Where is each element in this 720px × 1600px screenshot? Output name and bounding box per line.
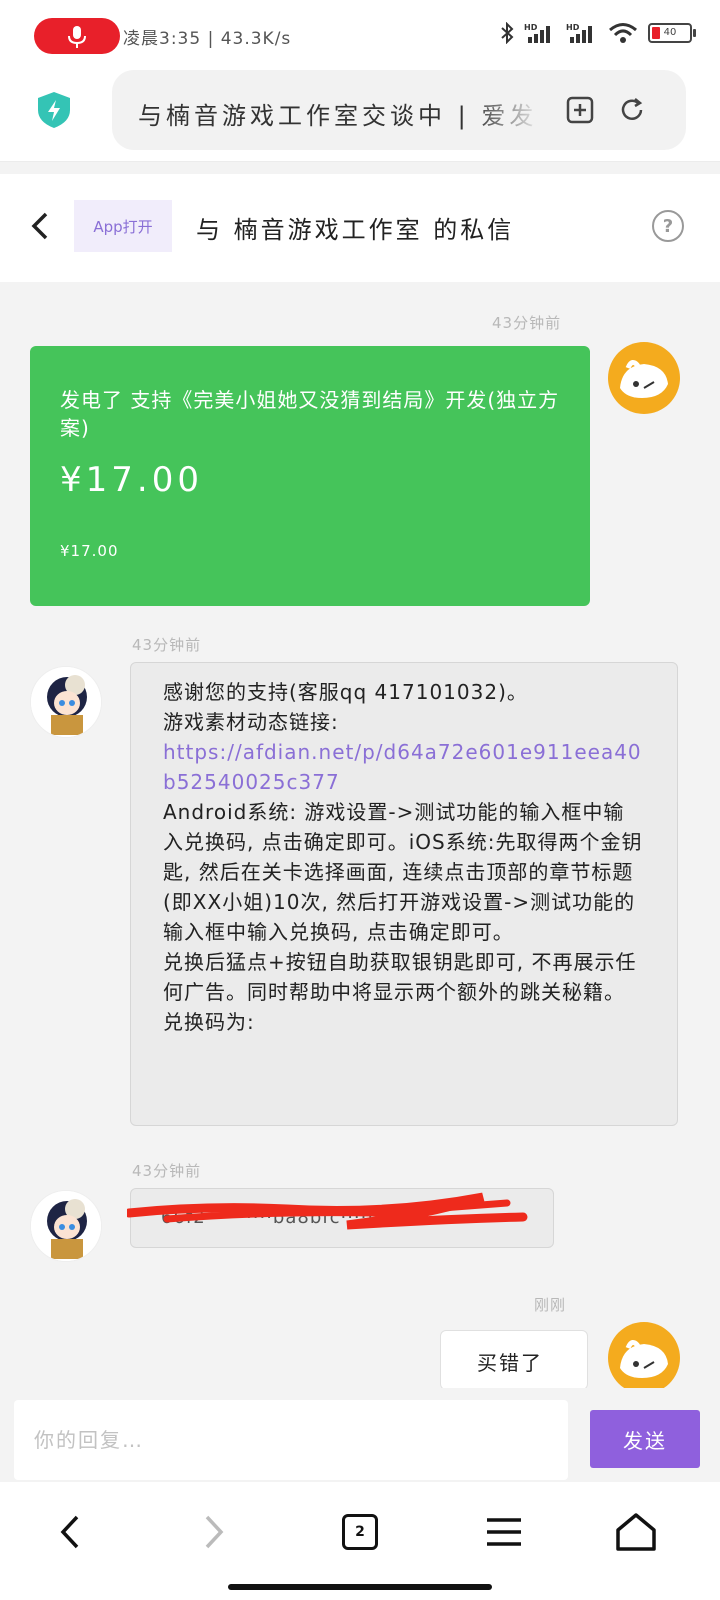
message-time: 43分钟前 xyxy=(132,1162,202,1180)
message-text: 买错了 xyxy=(477,1351,543,1375)
home-button[interactable] xyxy=(608,1504,664,1560)
back-button[interactable] xyxy=(24,206,56,246)
my-avatar[interactable] xyxy=(608,342,680,414)
svg-text:HD: HD xyxy=(524,23,538,32)
my-avatar[interactable] xyxy=(608,1322,680,1388)
signal-hd-icon: HD xyxy=(566,23,592,43)
wifi-icon xyxy=(609,23,637,43)
payment-card[interactable]: 发电了 支持《完美小姐她又没猜到结局》开发(独立方案) ¥17.00 ¥17.0… xyxy=(30,346,590,606)
creator-avatar-icon xyxy=(31,667,101,737)
page-title: 与 楠音游戏工作室 的私信 xyxy=(196,216,515,244)
back-arrow-icon xyxy=(31,212,48,240)
message-bubble[interactable]: 66f2··········ba8bfc·····8ac xyxy=(127,1188,554,1248)
composer: 发送 xyxy=(0,1388,720,1480)
bluetooth-icon xyxy=(501,22,514,44)
menu-button[interactable] xyxy=(476,1504,532,1560)
home-indicator[interactable] xyxy=(228,1584,492,1590)
tab-count-icon: 2 xyxy=(342,1514,378,1550)
status-time: 凌晨3:35 | 43.3K/s xyxy=(123,29,292,49)
bookmark-add-icon xyxy=(566,96,594,124)
signal-hd-icon: HD xyxy=(524,23,550,43)
chat-thread[interactable]: 43分钟前 发电了 支持《完美小姐她又没猜到结局》开发(独立方案) ¥17.00… xyxy=(0,282,720,1388)
user-avatar-icon xyxy=(620,1340,668,1378)
refresh-icon xyxy=(621,98,643,120)
message-text: 游戏素材动态链接: xyxy=(163,710,339,734)
recording-indicator[interactable] xyxy=(34,18,120,54)
message-text: Android系统: 游戏设置->测试功能的输入框中输入兑换码, 点击确定即可。… xyxy=(163,800,643,1034)
message-time: 刚刚 xyxy=(534,1296,567,1314)
hamburger-menu-icon xyxy=(487,1518,521,1546)
refresh-button[interactable] xyxy=(614,92,650,128)
battery-icon: 40 xyxy=(648,23,696,43)
status-icons: HD HD 40 xyxy=(500,22,696,44)
page: 凌晨3:35 | 43.3K/s HD HD 40 与楠音游戏工作室交谈中 | … xyxy=(0,0,720,1600)
microphone-icon xyxy=(68,26,86,48)
browser-nav-bar: 2 xyxy=(0,1482,720,1600)
app-open-button[interactable]: App打开 xyxy=(74,200,172,252)
payment-description: 发电了 支持《完美小姐她又没猜到结局》开发(独立方案) xyxy=(60,388,560,440)
message-bubble[interactable]: 感谢您的支持(客服qq 417101032)。 游戏素材动态链接: https:… xyxy=(130,662,678,1126)
browser-toolbar: 与楠音游戏工作室交谈中 | 爱发电 xyxy=(0,62,720,162)
address-bar[interactable]: 与楠音游戏工作室交谈中 | 爱发电 xyxy=(112,70,686,150)
help-icon[interactable]: ? xyxy=(652,210,684,242)
my-message-bubble[interactable]: 买错了 xyxy=(440,1330,588,1388)
payment-amount-small: ¥17.00 xyxy=(60,542,119,560)
redaction-scribble xyxy=(127,1192,528,1230)
home-icon xyxy=(616,1513,656,1551)
message-time: 43分钟前 xyxy=(492,314,562,332)
creator-avatar-icon xyxy=(31,1191,101,1261)
tabs-button[interactable]: 2 xyxy=(332,1504,388,1560)
nav-back-button[interactable] xyxy=(42,1504,98,1560)
asset-link[interactable]: https://afdian.net/p/d64a72e601e911eea40… xyxy=(163,740,642,794)
nav-forward-button[interactable] xyxy=(186,1504,242,1560)
reply-input[interactable] xyxy=(14,1400,568,1480)
user-avatar-icon xyxy=(620,360,668,398)
creator-avatar[interactable] xyxy=(30,1190,102,1262)
add-bookmark-button[interactable] xyxy=(562,92,598,128)
creator-avatar[interactable] xyxy=(30,666,102,738)
svg-text:HD: HD xyxy=(566,23,580,32)
status-bar: 凌晨3:35 | 43.3K/s HD HD 40 xyxy=(0,0,720,62)
back-arrow-icon xyxy=(60,1515,79,1549)
forward-arrow-icon xyxy=(205,1515,224,1549)
send-button[interactable]: 发送 xyxy=(590,1410,700,1468)
message-text: 感谢您的支持(客服qq 417101032)。 xyxy=(163,680,528,704)
payment-amount: ¥17.00 xyxy=(60,460,203,500)
page-header: App打开 与 楠音游戏工作室 的私信 ? xyxy=(0,174,720,282)
security-shield-icon[interactable] xyxy=(36,90,72,130)
message-time: 43分钟前 xyxy=(132,636,202,654)
